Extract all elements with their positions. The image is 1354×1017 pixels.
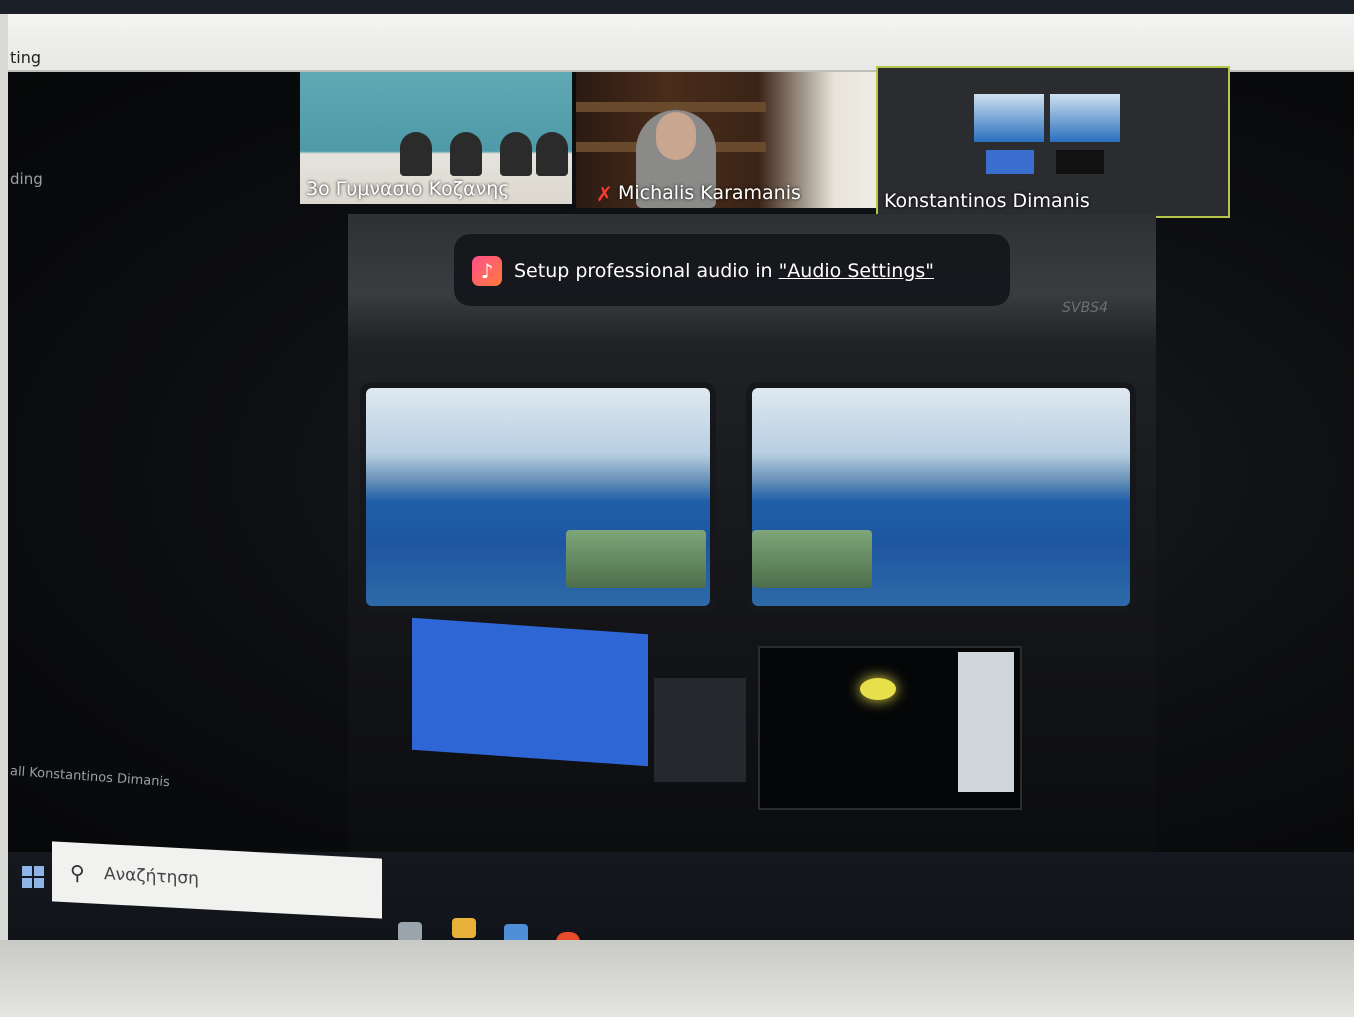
recording-label: ding: [10, 170, 43, 188]
taskbar-search-box[interactable]: ⚲ Αναζήτηση: [52, 841, 382, 919]
microphone-muted-icon: ✗: [596, 182, 613, 206]
video-person: [500, 132, 532, 176]
search-icon: ⚲: [70, 860, 85, 886]
radar-side-panel: [958, 652, 1014, 792]
toast-message: Setup professional audio in "Audio Setti…: [514, 260, 934, 282]
participant-tile-3[interactable]: Konstantinos Dimanis: [876, 66, 1230, 218]
participant-name: 3o Γυμνασιο Κοζανης: [306, 178, 510, 200]
console-panel: [654, 678, 746, 782]
video-window: [974, 94, 1044, 142]
main-video[interactable]: SVBS4: [348, 214, 1156, 874]
radar-display: [758, 646, 1022, 810]
window-title: ting: [10, 48, 42, 67]
bridge-window-left: [360, 382, 716, 612]
search-placeholder: Αναζήτηση: [104, 864, 199, 890]
ship-deck: [566, 530, 706, 588]
radar-blip: [860, 678, 896, 700]
video-person: [400, 132, 432, 176]
video-screen: [1056, 150, 1104, 174]
participant-tile-2[interactable]: Michalis Karamanis: [576, 72, 880, 208]
windows-start-icon[interactable]: [22, 866, 44, 888]
audio-settings-link[interactable]: "Audio Settings": [779, 260, 934, 282]
video-person-head: [656, 112, 696, 160]
video-screen: [986, 150, 1034, 174]
music-note-icon: ♪: [472, 256, 502, 286]
desk-surface: [0, 940, 1354, 1017]
ship-tag: SVBS4: [1062, 300, 1108, 316]
file-explorer-icon[interactable]: [452, 918, 476, 938]
task-view-icon[interactable]: [398, 922, 422, 942]
participant-tile-1[interactable]: 3o Γυμνασιο Κοζανης: [300, 72, 572, 204]
video-person: [536, 132, 568, 176]
video-person: [450, 132, 482, 176]
ship-deck: [752, 530, 872, 588]
bridge-window-right: [746, 382, 1136, 612]
window-titlebar: ting: [8, 14, 1354, 72]
audio-settings-toast[interactable]: ♪ Setup professional audio in "Audio Set…: [454, 234, 1010, 306]
monitor-screen: ting ding all Konstantinos Dimanis 3o Γυ…: [8, 14, 1354, 984]
chart-display: [412, 617, 648, 767]
toast-text: Setup professional audio in: [514, 260, 779, 282]
video-window: [1050, 94, 1120, 142]
participant-name: Michalis Karamanis: [618, 182, 801, 204]
monitor-bezel-top: [0, 0, 1354, 14]
participant-name: Konstantinos Dimanis: [884, 190, 1090, 212]
